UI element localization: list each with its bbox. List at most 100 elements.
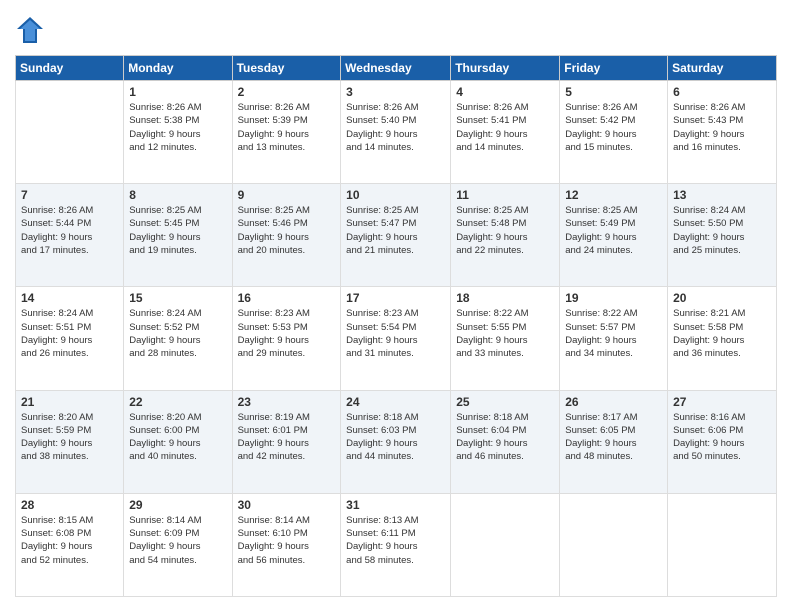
day-info: Sunrise: 8:25 AM Sunset: 5:46 PM Dayligh…: [238, 204, 336, 257]
calendar-cell: 19 Sunrise: 8:22 AM Sunset: 5:57 PM Dayli…: [560, 287, 668, 390]
day-number: 24: [346, 395, 445, 409]
day-number: 28: [21, 498, 118, 512]
calendar-cell: 18 Sunrise: 8:22 AM Sunset: 5:55 PM Dayli…: [451, 287, 560, 390]
calendar-cell: 7 Sunrise: 8:26 AM Sunset: 5:44 PM Daylig…: [16, 184, 124, 287]
calendar-cell: 3 Sunrise: 8:26 AM Sunset: 5:40 PM Daylig…: [341, 81, 451, 184]
day-info: Sunrise: 8:26 AM Sunset: 5:40 PM Dayligh…: [346, 101, 445, 154]
calendar-cell: 20 Sunrise: 8:21 AM Sunset: 5:58 PM Dayli…: [668, 287, 777, 390]
calendar-week-row: 7 Sunrise: 8:26 AM Sunset: 5:44 PM Daylig…: [16, 184, 777, 287]
calendar-cell: 8Sunrise: 8:25 AM Sunset: 5:45 PM Daylig…: [124, 184, 232, 287]
day-number: 14: [21, 291, 118, 305]
calendar-cell: 4 Sunrise: 8:26 AM Sunset: 5:41 PM Daylig…: [451, 81, 560, 184]
day-number: 27: [673, 395, 771, 409]
day-number: 23: [238, 395, 336, 409]
calendar-cell: 13Sunrise: 8:24 AM Sunset: 5:50 PM Dayli…: [668, 184, 777, 287]
logo-icon: [15, 15, 45, 45]
day-number: 26: [565, 395, 662, 409]
day-number: 7: [21, 188, 118, 202]
calendar-cell: [668, 493, 777, 596]
day-info: Sunrise: 8:25 AM Sunset: 5:47 PM Dayligh…: [346, 204, 445, 257]
day-info: Sunrise: 8:23 AM Sunset: 5:53 PM Dayligh…: [238, 307, 336, 360]
calendar-cell: 25 Sunrise: 8:18 AM Sunset: 6:04 PM Dayli…: [451, 390, 560, 493]
day-info: Sunrise: 8:19 AM Sunset: 6:01 PM Dayligh…: [238, 411, 336, 464]
calendar-cell: 31 Sunrise: 8:13 AM Sunset: 6:11 PM Dayli…: [341, 493, 451, 596]
day-number: 9: [238, 188, 336, 202]
day-number: 16: [238, 291, 336, 305]
day-number: 5: [565, 85, 662, 99]
calendar-cell: 23 Sunrise: 8:19 AM Sunset: 6:01 PM Dayli…: [232, 390, 341, 493]
calendar-cell: 16 Sunrise: 8:23 AM Sunset: 5:53 PM Dayli…: [232, 287, 341, 390]
day-info: Sunrise: 8:20 AM Sunset: 6:00 PM Dayligh…: [129, 411, 226, 464]
calendar-cell: 6 Sunrise: 8:26 AM Sunset: 5:43 PM Daylig…: [668, 81, 777, 184]
calendar-cell: 2 Sunrise: 8:26 AM Sunset: 5:39 PM Daylig…: [232, 81, 341, 184]
day-number: 12: [565, 188, 662, 202]
day-info: Sunrise: 8:14 AM Sunset: 6:10 PM Dayligh…: [238, 514, 336, 567]
day-info: Sunrise: 8:26 AM Sunset: 5:42 PM Dayligh…: [565, 101, 662, 154]
day-info: Sunrise: 8:13 AM Sunset: 6:11 PM Dayligh…: [346, 514, 445, 567]
day-info: Sunrise: 8:18 AM Sunset: 6:04 PM Dayligh…: [456, 411, 554, 464]
logo: [15, 15, 49, 45]
weekday-header-thursday: Thursday: [451, 56, 560, 81]
calendar-cell: 14 Sunrise: 8:24 AM Sunset: 5:51 PM Dayli…: [16, 287, 124, 390]
day-info: Sunrise: 8:25 AM Sunset: 5:45 PM Dayligh…: [129, 204, 226, 257]
day-info: Sunrise: 8:23 AM Sunset: 5:54 PM Dayligh…: [346, 307, 445, 360]
day-number: 25: [456, 395, 554, 409]
day-info: Sunrise: 8:26 AM Sunset: 5:39 PM Dayligh…: [238, 101, 336, 154]
day-number: 21: [21, 395, 118, 409]
day-info: Sunrise: 8:18 AM Sunset: 6:03 PM Dayligh…: [346, 411, 445, 464]
calendar-cell: [16, 81, 124, 184]
weekday-header-sunday: Sunday: [16, 56, 124, 81]
calendar-cell: 24 Sunrise: 8:18 AM Sunset: 6:03 PM Dayli…: [341, 390, 451, 493]
calendar-cell: 17 Sunrise: 8:23 AM Sunset: 5:54 PM Dayli…: [341, 287, 451, 390]
calendar-cell: 22 Sunrise: 8:20 AM Sunset: 6:00 PM Dayli…: [124, 390, 232, 493]
day-info: Sunrise: 8:25 AM Sunset: 5:49 PM Dayligh…: [565, 204, 662, 257]
day-number: 18: [456, 291, 554, 305]
calendar-cell: 26Sunrise: 8:17 AM Sunset: 6:05 PM Dayli…: [560, 390, 668, 493]
day-number: 20: [673, 291, 771, 305]
day-info: Sunrise: 8:16 AM Sunset: 6:06 PM Dayligh…: [673, 411, 771, 464]
day-info: Sunrise: 8:22 AM Sunset: 5:57 PM Dayligh…: [565, 307, 662, 360]
day-info: Sunrise: 8:26 AM Sunset: 5:41 PM Dayligh…: [456, 101, 554, 154]
calendar-cell: 27 Sunrise: 8:16 AM Sunset: 6:06 PM Dayli…: [668, 390, 777, 493]
calendar-week-row: 21Sunrise: 8:20 AM Sunset: 5:59 PM Dayli…: [16, 390, 777, 493]
calendar-cell: [560, 493, 668, 596]
day-number: 13: [673, 188, 771, 202]
day-number: 2: [238, 85, 336, 99]
calendar-cell: 28 Sunrise: 8:15 AM Sunset: 6:08 PM Dayli…: [16, 493, 124, 596]
calendar-cell: 5 Sunrise: 8:26 AM Sunset: 5:42 PM Daylig…: [560, 81, 668, 184]
day-number: 1: [129, 85, 226, 99]
day-info: Sunrise: 8:22 AM Sunset: 5:55 PM Dayligh…: [456, 307, 554, 360]
day-number: 31: [346, 498, 445, 512]
day-info: Sunrise: 8:14 AM Sunset: 6:09 PM Dayligh…: [129, 514, 226, 567]
day-info: Sunrise: 8:26 AM Sunset: 5:44 PM Dayligh…: [21, 204, 118, 257]
calendar-cell: 1 Sunrise: 8:26 AM Sunset: 5:38 PM Daylig…: [124, 81, 232, 184]
day-number: 10: [346, 188, 445, 202]
day-number: 19: [565, 291, 662, 305]
calendar-cell: 11 Sunrise: 8:25 AM Sunset: 5:48 PM Dayli…: [451, 184, 560, 287]
calendar-cell: 10 Sunrise: 8:25 AM Sunset: 5:47 PM Dayli…: [341, 184, 451, 287]
day-info: Sunrise: 8:25 AM Sunset: 5:48 PM Dayligh…: [456, 204, 554, 257]
calendar-cell: 12 Sunrise: 8:25 AM Sunset: 5:49 PM Dayli…: [560, 184, 668, 287]
calendar-cell: 29 Sunrise: 8:14 AM Sunset: 6:09 PM Dayli…: [124, 493, 232, 596]
weekday-header-tuesday: Tuesday: [232, 56, 341, 81]
day-info: Sunrise: 8:21 AM Sunset: 5:58 PM Dayligh…: [673, 307, 771, 360]
page: SundayMondayTuesdayWednesdayThursdayFrid…: [0, 0, 792, 612]
day-number: 15: [129, 291, 226, 305]
day-number: 22: [129, 395, 226, 409]
weekday-header-monday: Monday: [124, 56, 232, 81]
day-info: Sunrise: 8:26 AM Sunset: 5:43 PM Dayligh…: [673, 101, 771, 154]
day-info: Sunrise: 8:15 AM Sunset: 6:08 PM Dayligh…: [21, 514, 118, 567]
day-info: Sunrise: 8:24 AM Sunset: 5:51 PM Dayligh…: [21, 307, 118, 360]
day-number: 29: [129, 498, 226, 512]
day-number: 4: [456, 85, 554, 99]
calendar-cell: [451, 493, 560, 596]
day-info: Sunrise: 8:26 AM Sunset: 5:38 PM Dayligh…: [129, 101, 226, 154]
day-info: Sunrise: 8:24 AM Sunset: 5:52 PM Dayligh…: [129, 307, 226, 360]
day-number: 3: [346, 85, 445, 99]
calendar-cell: 9 Sunrise: 8:25 AM Sunset: 5:46 PM Daylig…: [232, 184, 341, 287]
weekday-header-friday: Friday: [560, 56, 668, 81]
day-number: 6: [673, 85, 771, 99]
day-number: 11: [456, 188, 554, 202]
day-number: 17: [346, 291, 445, 305]
calendar-week-row: 28 Sunrise: 8:15 AM Sunset: 6:08 PM Dayli…: [16, 493, 777, 596]
